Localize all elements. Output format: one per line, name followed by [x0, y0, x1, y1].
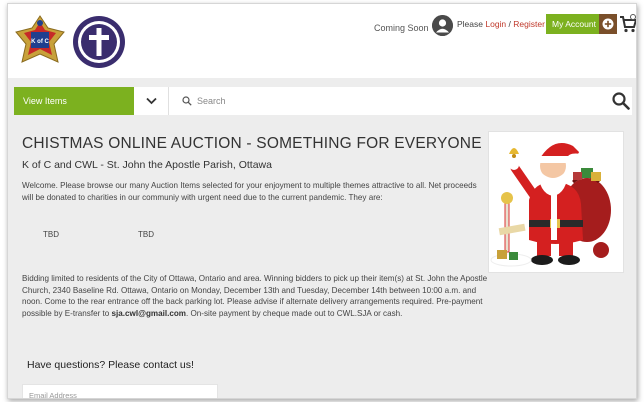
search-icon — [182, 96, 192, 106]
bidding-text: Bidding limited to residents of the City… — [22, 273, 488, 319]
my-account-plus-box — [599, 14, 617, 34]
contact-heading: Have questions? Please contact us! — [27, 359, 194, 371]
santa-image — [488, 131, 624, 273]
page-frame: K of C Coming Soon Please Login / Regist… — [7, 3, 637, 399]
view-items-label: View Items — [23, 96, 67, 106]
view-items-dropdown[interactable] — [134, 87, 169, 115]
email-field[interactable] — [22, 384, 218, 398]
cart-icon[interactable] — [619, 14, 637, 34]
cwl-logo[interactable] — [72, 15, 126, 69]
search-bar: View Items — [14, 87, 632, 115]
kofc-logo[interactable]: K of C — [14, 14, 66, 66]
santa-illustration — [490, 143, 611, 267]
login-link[interactable]: Login — [485, 19, 506, 29]
my-account-button[interactable]: My Account — [546, 14, 617, 34]
intro-text: Welcome. Please browse our many Auction … — [22, 181, 477, 202]
kofc-logo-text: K of C — [31, 39, 49, 45]
coming-soon-text: Coming Soon — [374, 23, 429, 33]
contact-email-link[interactable]: sja.cwl@gmail.com — [112, 309, 186, 318]
my-account-label: My Account — [552, 19, 596, 29]
search-submit-icon[interactable] — [612, 92, 630, 110]
charity-tbd-2: TBD — [138, 230, 154, 239]
view-items-button[interactable]: View Items — [14, 87, 134, 115]
plus-circle-icon — [602, 18, 614, 30]
chevron-down-icon — [146, 97, 157, 105]
page-title: CHISTMAS ONLINE AUCTION - SOMETHING FOR … — [22, 135, 482, 152]
user-icon — [432, 15, 453, 36]
register-link[interactable]: Register — [513, 19, 545, 29]
please-text: Please — [457, 19, 486, 29]
login-register: Please Login / Register — [457, 19, 545, 29]
header: K of C Coming Soon Please Login / Regist… — [8, 4, 636, 78]
charity-tbd-1: TBD — [43, 230, 59, 239]
search-input[interactable] — [197, 91, 597, 111]
page-subtitle: K of C and CWL - St. John the Apostle Pa… — [22, 159, 272, 171]
bidding-text-end: . On-site payment by cheque made out to … — [186, 308, 403, 318]
